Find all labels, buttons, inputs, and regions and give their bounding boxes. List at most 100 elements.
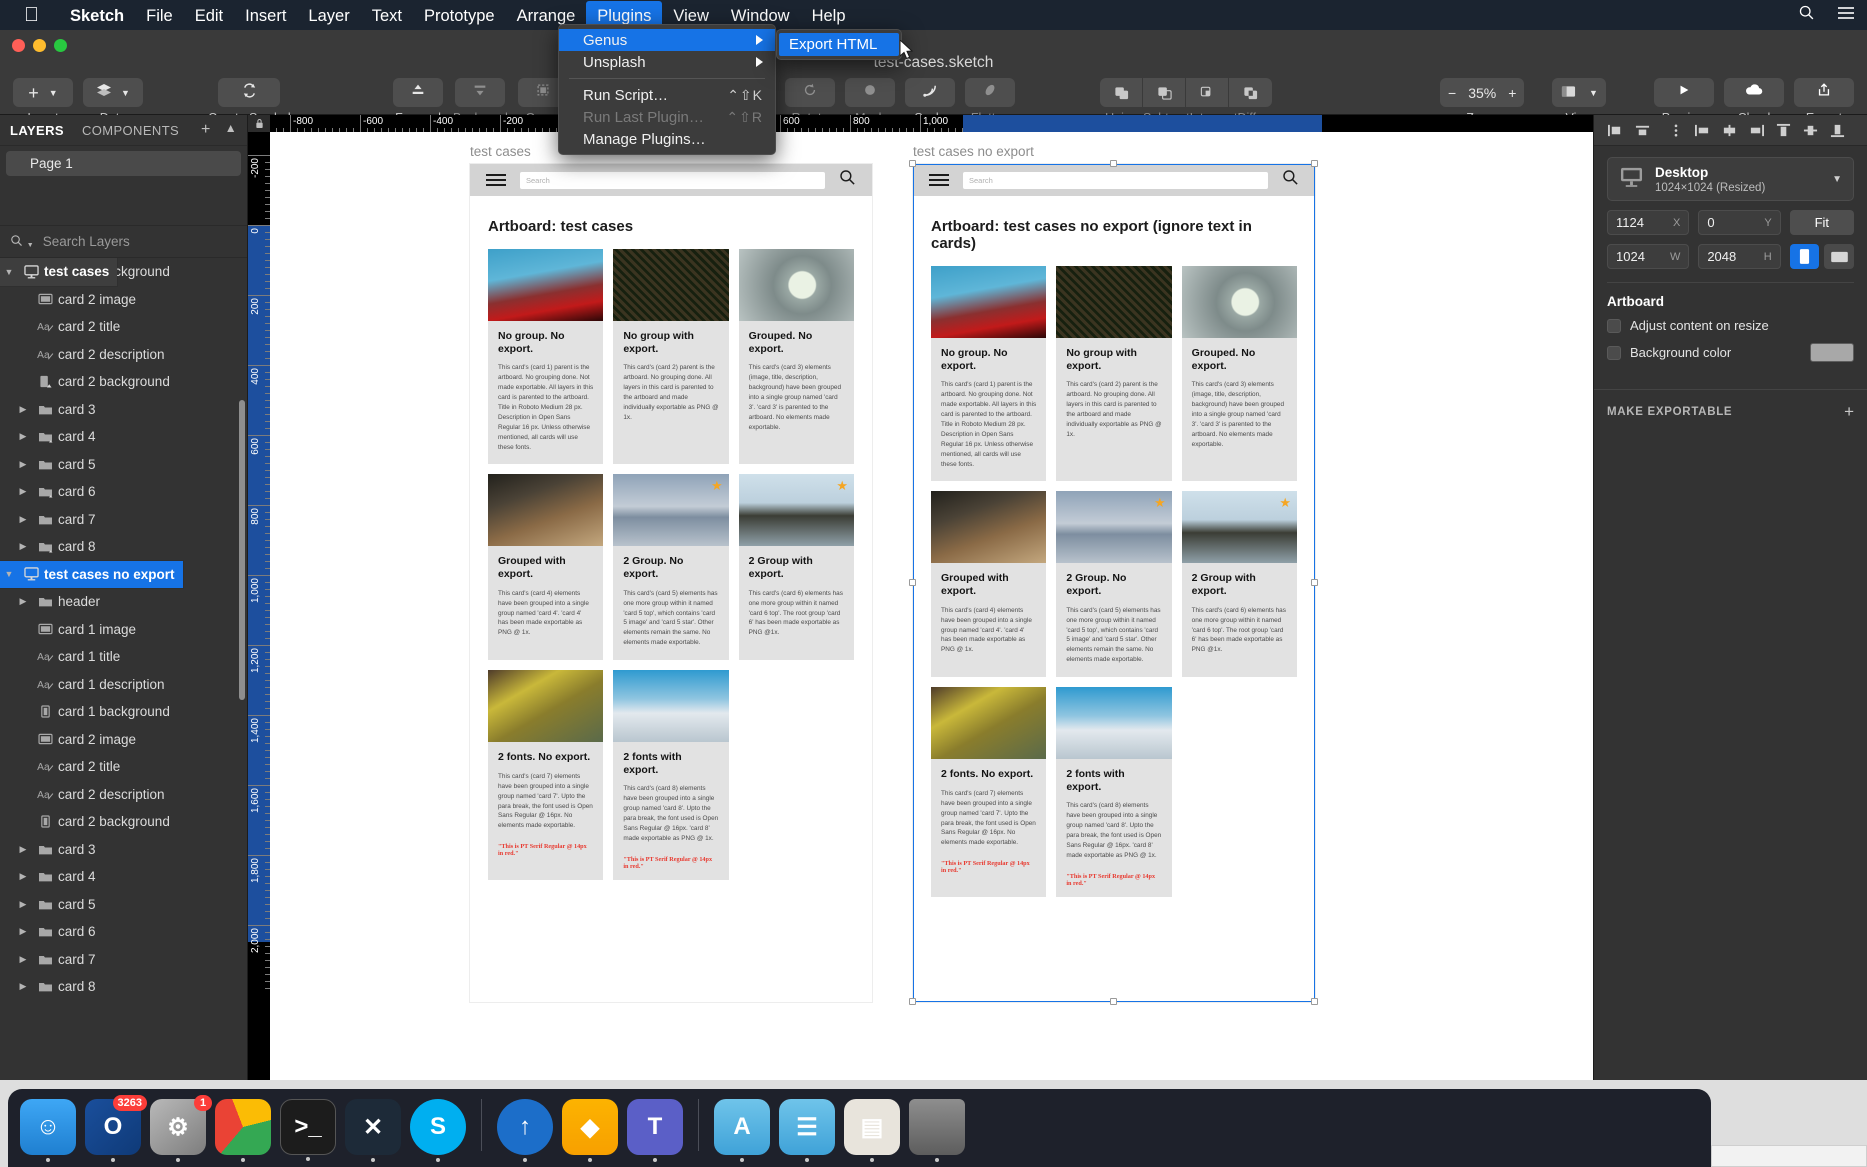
layer-row[interactable]: ▶ card 8 [0,533,247,561]
layer-row[interactable]: Aa card 2 title [0,313,247,341]
menu-help[interactable]: Help [801,1,857,29]
menu-item-run-script[interactable]: Run Script… ⌃⇧K [559,84,775,106]
plugins-dropdown-menu[interactable]: Genus Unsplash Run Script… ⌃⇧K Run Last Plug… [558,24,776,155]
align-center-h-icon[interactable] [1631,120,1654,141]
content-card[interactable]: Grouped. No export. This card's (card 3) … [1181,266,1297,482]
portrait-orientation-button[interactable] [1789,244,1820,269]
artboard-preset-selector[interactable]: Desktop 1024×1024 (Resized) ▼ [1607,157,1854,201]
boolean-ops-buttons[interactable] [1100,78,1272,107]
disclosure-triangle-closed-icon[interactable]: ▶ [14,899,32,910]
align-center-icon[interactable] [1718,120,1741,141]
width-field[interactable]: 1024 W [1607,244,1690,269]
artboard-search-input[interactable]: Search [520,171,825,189]
background-color-swatch[interactable] [1810,343,1854,362]
difference-button[interactable] [1229,78,1272,107]
disclosure-triangle-closed-icon[interactable]: ▶ [14,844,32,855]
resize-handle-tm[interactable] [1110,160,1117,167]
layer-row[interactable]: Aa card 2 description [0,341,247,369]
menu-item-unsplash[interactable]: Unsplash [559,51,775,73]
adjust-content-on-resize-row[interactable]: Adjust content on resize [1607,318,1854,333]
artboard-label-2[interactable]: test cases no export [913,144,1034,159]
align-left-edge-icon[interactable] [1691,120,1714,141]
search-icon[interactable] [1282,169,1299,191]
outlook-icon[interactable]: O 3263 [85,1095,147,1162]
content-card[interactable]: No group. No export. This card's (card 1)… [488,249,604,465]
distribute-icon[interactable] [1664,120,1687,141]
background-color-checkbox[interactable] [1607,345,1621,360]
landscape-orientation-button[interactable] [1824,244,1854,269]
content-card[interactable]: No group with export. This card's (card 2… [613,249,729,465]
disclosure-triangle-closed-icon[interactable]: ▶ [14,596,32,607]
artboard-search-input[interactable]: Search [963,171,1268,189]
layer-row[interactable]: ▶ card 3 [0,396,247,424]
menu-prototype[interactable]: Prototype [413,1,506,29]
align-right-edge-icon[interactable] [1745,120,1768,141]
menu-file[interactable]: File [135,1,184,29]
layer-row[interactable]: Aa card 2 title [0,753,247,781]
y-field[interactable]: 0 Y [1698,210,1781,235]
content-card[interactable]: Grouped. No export. This card's (card 3) … [738,249,854,465]
content-card[interactable]: 2 fonts. No export. This card's (card 7) … [931,687,1047,897]
menu-layer[interactable]: Layer [297,1,360,29]
union-button[interactable] [1100,78,1143,107]
plugins-submenu[interactable]: Export HTML [776,29,902,60]
menu-item-manage-plugins[interactable]: Manage Plugins… [559,128,775,150]
terminal-icon[interactable]: >_ [280,1099,336,1161]
layer-row[interactable]: ▼ test cases [0,258,118,286]
disclosure-triangle-closed-icon[interactable]: ▶ [14,541,32,552]
layer-row[interactable]: card 2 image [0,726,247,754]
layer-row[interactable]: ▶ card 5 [0,451,247,479]
view-button[interactable]: ▼ [1552,78,1606,107]
align-left-icon[interactable] [1604,120,1627,141]
layer-row[interactable]: ▶ card 3 [0,836,247,864]
layer-row[interactable]: ▶ card 4 [0,423,247,451]
fit-button[interactable]: Fit [1789,210,1854,235]
postman-icon[interactable]: ↑ [497,1099,553,1162]
content-card[interactable]: ★ 2 Group. No export. This card's (card 5)… [613,474,729,661]
macos-dock[interactable]: ☺ O 3263 ⚙ 1 >_ ✕ S ↑ ◆ T A ☰ ▤ [8,1089,1711,1167]
skype-icon[interactable]: S [410,1099,466,1162]
resize-handle-bl[interactable] [909,998,916,1005]
layer-row[interactable]: card 2 background [0,368,247,396]
disclosure-triangle-open-icon[interactable]: ▼ [0,267,18,277]
ms-teams-icon[interactable]: T [627,1099,683,1162]
content-card[interactable]: No group with export. This card's (card 2… [1056,266,1172,482]
layer-row[interactable]: ▶ card 7 [0,946,247,974]
layer-row[interactable]: Aa card 2 description [0,781,247,809]
alignment-toolbar[interactable] [1594,115,1867,146]
chrome-icon[interactable] [215,1099,271,1162]
layer-row[interactable]: card 2 image [0,286,247,314]
zoom-out-button[interactable]: − [1448,85,1456,101]
resize-handle-mr[interactable] [1311,579,1318,586]
content-card[interactable]: 2 fonts with export. This card's (card 8)… [613,670,729,880]
align-top-icon[interactable] [1772,120,1795,141]
menu-item-genus[interactable]: Genus [559,29,775,51]
vertical-ruler[interactable]: -200 0 200 400 600 800 1,000 1,200 1,400 1,600 1,8… [248,132,270,1080]
tab-components[interactable]: COMPONENTS [82,123,179,138]
disclosure-triangle-closed-icon[interactable]: ▶ [14,926,32,937]
vscode-icon[interactable]: ✕ [345,1099,401,1162]
layer-row[interactable]: ▶ card 8 [0,973,247,1001]
intersect-button[interactable] [1186,78,1229,107]
subtract-button[interactable] [1143,78,1186,107]
layer-row[interactable]: card 1 background [0,698,247,726]
resize-handle-br[interactable] [1311,998,1318,1005]
background-color-row[interactable]: Background color [1607,343,1854,362]
hamburger-menu-icon[interactable] [929,174,949,186]
layer-tree[interactable]: ▼ test cases card 1 background card 2 image… [0,258,247,1078]
add-export-preset-button[interactable]: + [1844,402,1854,422]
height-field[interactable]: 2048 H [1698,244,1781,269]
layer-row[interactable]: card 1 image [0,616,247,644]
horizontal-ruler[interactable]: -1,000-800-600-400-20002004006008001,000… [248,115,1593,132]
trash-icon[interactable] [909,1099,965,1162]
content-card[interactable]: Grouped with export. This card's (card 4)… [488,474,604,661]
artboard-test-cases-no-export[interactable]: Search Artboard: test cases no export (ig… [913,164,1315,1002]
artboard-test-cases[interactable]: Search Artboard: test cases No group. No e… [470,164,872,1002]
menu-text[interactable]: Text [361,1,413,29]
zoom-control[interactable]: − 35% + [1440,78,1525,107]
align-bottom-icon[interactable] [1826,120,1849,141]
disclosure-triangle-closed-icon[interactable]: ▶ [14,459,32,470]
menu-insert[interactable]: Insert [234,1,297,29]
disclosure-triangle-closed-icon[interactable]: ▶ [14,981,32,992]
content-card[interactable]: ★ 2 Group with export. This card's (card 6… [1181,491,1297,678]
